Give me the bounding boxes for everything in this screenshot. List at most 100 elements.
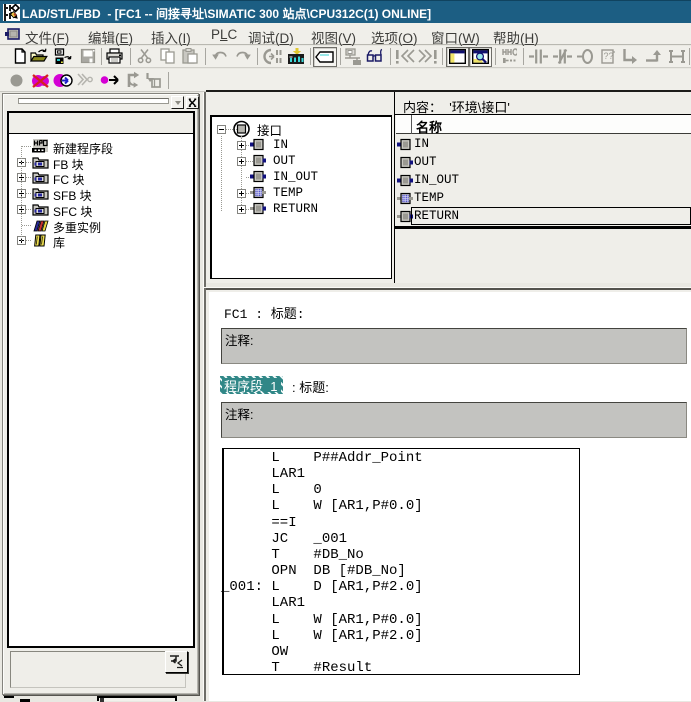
child-window-icon[interactable] <box>5 28 20 40</box>
tree-item-label[interactable]: OUT <box>273 154 296 168</box>
menu-insert[interactable]: 插入(I) <box>151 27 191 47</box>
return-from-call-icon[interactable] <box>125 71 142 89</box>
tree-root-label[interactable]: 接口 <box>257 120 282 139</box>
tree-item-label[interactable]: IN <box>273 138 288 152</box>
tree-item-label[interactable]: IN_OUT <box>273 170 318 184</box>
block-folder-icon <box>32 186 49 201</box>
coil-icon[interactable] <box>577 48 594 65</box>
palette-bottom-strip <box>10 651 186 688</box>
block-title[interactable]: FC1 : 标题: <box>224 303 305 322</box>
detail-row-in[interactable]: IN <box>396 137 691 152</box>
declaration-icon-in <box>250 138 266 151</box>
contact-nc-icon[interactable] <box>553 48 572 65</box>
menu-plc[interactable]: PLC <box>211 27 237 42</box>
stl-code[interactable]: L P##Addr_Point LAR1 L 0 L W [AR1,P#0.0]… <box>221 450 423 676</box>
breakpoints-active-icon[interactable] <box>53 72 73 89</box>
insert-network-icon[interactable] <box>668 48 686 65</box>
declaration-icon-temp <box>397 192 413 205</box>
palette-combobox[interactable] <box>18 98 169 104</box>
stl-code-box[interactable]: L P##Addr_Point LAR1 L 0 L W [AR1,P#0.0]… <box>222 448 580 675</box>
view-detail-button[interactable] <box>469 47 492 67</box>
open-branch-icon[interactable] <box>621 48 639 65</box>
previous-error-icon[interactable] <box>394 48 416 65</box>
window-title: LAD/STL/FBD - [FC1 -- 间接寻址\SIMATIC 300 站… <box>22 5 431 22</box>
comment-label: 注释: <box>225 404 253 423</box>
contact-no-icon[interactable] <box>529 48 548 65</box>
undo-icon[interactable] <box>211 48 229 64</box>
detail-row-temp[interactable]: TEMP <box>396 191 691 206</box>
multi-instance-icon <box>32 218 49 233</box>
download-icon[interactable] <box>263 48 282 65</box>
network-badge[interactable]: 程序段 1 <box>220 376 283 394</box>
menu-window[interactable]: 窗口(W) <box>431 27 480 47</box>
paste-icon[interactable] <box>182 48 198 64</box>
redo-icon[interactable] <box>234 48 252 64</box>
close-branch-icon[interactable] <box>645 48 663 65</box>
interface-tree: 接口 IN OUT IN_OUT TEMP RETURN <box>210 115 392 279</box>
expand-box[interactable] <box>237 205 246 214</box>
palette-item-label[interactable]: 库 <box>53 234 65 251</box>
tree-item-label[interactable]: RETURN <box>273 202 318 216</box>
step-into-icon[interactable] <box>144 72 162 89</box>
detail-row-label: IN_OUT <box>414 173 459 187</box>
view-overview-button[interactable] <box>446 47 469 67</box>
tree-item-label[interactable]: TEMP <box>273 186 303 200</box>
name-column-label: 名称 <box>416 117 442 136</box>
palette-item-label[interactable]: 新建程序段 <box>53 140 113 157</box>
empty-box-icon[interactable]: ?? <box>601 48 616 65</box>
declaration-icon-out <box>397 156 413 169</box>
resume-icon[interactable] <box>77 73 93 87</box>
palette-item-label[interactable]: FC 块 <box>53 171 84 188</box>
new-icon[interactable] <box>12 48 28 64</box>
app-icon[interactable] <box>3 4 20 21</box>
detail-row-label: TEMP <box>414 191 444 205</box>
detail-row-in_out[interactable]: IN_OUT <box>396 173 691 188</box>
palette-item-label[interactable]: SFC 块 <box>53 203 92 220</box>
execute-call-icon[interactable] <box>100 73 121 87</box>
palette-dropdown-button[interactable] <box>171 96 184 109</box>
menu-help[interactable]: 帮助(H) <box>493 27 539 47</box>
monitor-glasses-icon[interactable] <box>366 48 384 64</box>
print-icon[interactable] <box>106 48 123 64</box>
palette-item-label[interactable]: FB 块 <box>53 156 84 173</box>
palette-close-button[interactable] <box>186 96 199 109</box>
expand-box[interactable] <box>237 157 246 166</box>
expand-box[interactable] <box>237 189 246 198</box>
new-network-icon <box>32 139 49 154</box>
copy-icon[interactable] <box>160 48 176 64</box>
open-online-icon[interactable] <box>53 48 72 65</box>
declaration-end-line <box>395 226 691 229</box>
symbolic-representation-icon[interactable] <box>502 48 517 64</box>
open-icon[interactable] <box>30 48 48 64</box>
block-comment-box[interactable]: 注释: <box>221 328 687 364</box>
menu-edit[interactable]: 编辑(E) <box>88 27 133 47</box>
block-folder-icon <box>32 202 49 217</box>
cut-icon[interactable] <box>137 48 152 64</box>
toolbar-main: ?? <box>0 46 691 68</box>
declaration-icon-out <box>250 154 266 167</box>
window-fragment <box>97 696 177 701</box>
expand-box[interactable] <box>237 141 246 150</box>
toolbar-debug <box>0 69 691 92</box>
palette-item-label[interactable]: 多重实例 <box>53 219 101 236</box>
address-tag-button[interactable] <box>313 47 337 67</box>
palette-corner-button[interactable] <box>165 651 188 673</box>
palette-item-label[interactable]: SFB 块 <box>53 187 92 204</box>
menu-view[interactable]: 视图(V) <box>311 27 356 47</box>
save-icon[interactable] <box>80 48 96 64</box>
detail-row-label: OUT <box>414 155 437 169</box>
network-station-icon[interactable] <box>344 48 362 65</box>
title-bar[interactable]: LAD/STL/FBD - [FC1 -- 间接寻址\SIMATIC 300 站… <box>0 0 691 23</box>
detail-row-out[interactable]: OUT <box>396 155 691 170</box>
menu-options[interactable]: 选项(O) <box>371 27 418 47</box>
declaration-icon-return <box>250 202 266 215</box>
menu-file[interactable]: 文件(F) <box>25 27 69 47</box>
breakpoint-icon[interactable] <box>9 73 24 88</box>
menu-debug[interactable]: 调试(D) <box>248 27 294 47</box>
monitor-icon[interactable] <box>287 48 305 65</box>
delete-breakpoints-icon[interactable] <box>31 72 50 89</box>
next-error-icon[interactable] <box>417 48 439 65</box>
network-title-suffix: : 标题: <box>292 377 329 396</box>
collapse-box-interface[interactable] <box>217 125 226 134</box>
network-comment-box[interactable]: 注释: <box>221 402 687 438</box>
